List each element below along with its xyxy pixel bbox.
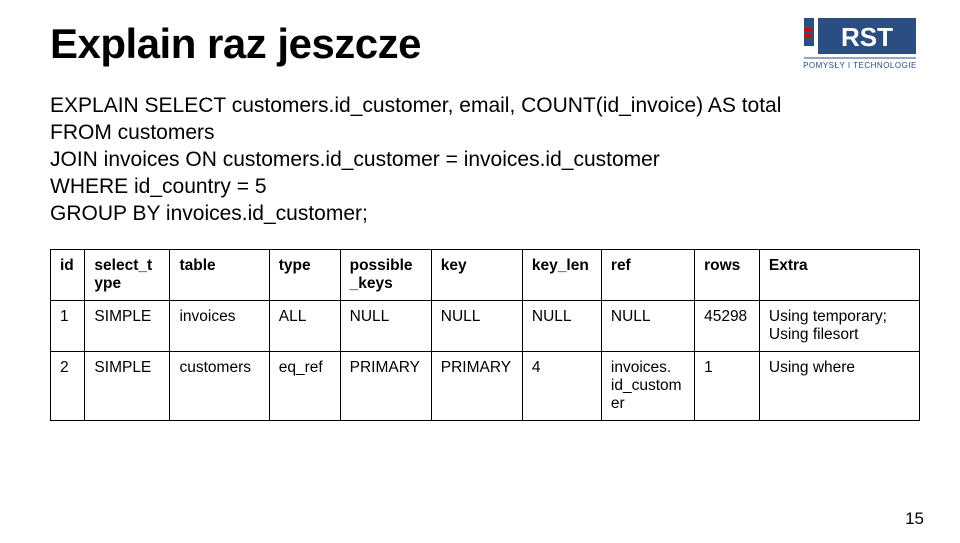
sql-line: WHERE id_country = 5 (50, 174, 920, 201)
col-header-ref: ref (601, 250, 694, 301)
svg-text:POMYSŁY I TECHNOLOGIE: POMYSŁY I TECHNOLOGIE (803, 61, 917, 70)
cell-key: NULL (431, 301, 522, 352)
sql-query-block: EXPLAIN SELECT customers.id_customer, em… (50, 93, 920, 227)
col-header-table: table (170, 250, 269, 301)
cell-extra: Using where (759, 352, 919, 421)
cell-ref: invoices.id_customer (601, 352, 694, 421)
cell-ref: NULL (601, 301, 694, 352)
cell-rows: 45298 (695, 301, 760, 352)
cell-possible-keys: PRIMARY (340, 352, 431, 421)
sql-line: JOIN invoices ON customers.id_customer =… (50, 147, 920, 174)
page-title: Explain raz jeszcze (50, 20, 421, 68)
sql-line: EXPLAIN SELECT customers.id_customer, em… (50, 93, 920, 120)
cell-key-len: 4 (522, 352, 601, 421)
page-number: 15 (905, 509, 924, 529)
cell-id: 2 (51, 352, 85, 421)
rst-logo: RST POMYSŁY I TECHNOLOGIE (800, 16, 920, 79)
table-header-row: id select_type table type possible_keys … (51, 250, 920, 301)
cell-id: 1 (51, 301, 85, 352)
cell-type: eq_ref (269, 352, 340, 421)
col-header-possible-keys: possible_keys (340, 250, 431, 301)
col-header-extra: Extra (759, 250, 919, 301)
cell-table: customers (170, 352, 269, 421)
cell-key: PRIMARY (431, 352, 522, 421)
sql-line: FROM customers (50, 120, 920, 147)
col-header-select-type: select_type (85, 250, 170, 301)
cell-extra: Using temporary; Using filesort (759, 301, 919, 352)
svg-text:RST: RST (841, 22, 893, 52)
col-header-key-len: key_len (522, 250, 601, 301)
cell-type: ALL (269, 301, 340, 352)
explain-result-table: id select_type table type possible_keys … (50, 249, 920, 421)
col-header-rows: rows (695, 250, 760, 301)
cell-table: invoices (170, 301, 269, 352)
col-header-key: key (431, 250, 522, 301)
sql-line: GROUP BY invoices.id_customer; (50, 201, 920, 228)
table-row: 1 SIMPLE invoices ALL NULL NULL NULL NUL… (51, 301, 920, 352)
col-header-id: id (51, 250, 85, 301)
cell-possible-keys: NULL (340, 301, 431, 352)
cell-key-len: NULL (522, 301, 601, 352)
table-row: 2 SIMPLE customers eq_ref PRIMARY PRIMAR… (51, 352, 920, 421)
cell-rows: 1 (695, 352, 760, 421)
cell-select-type: SIMPLE (85, 352, 170, 421)
col-header-type: type (269, 250, 340, 301)
cell-select-type: SIMPLE (85, 301, 170, 352)
